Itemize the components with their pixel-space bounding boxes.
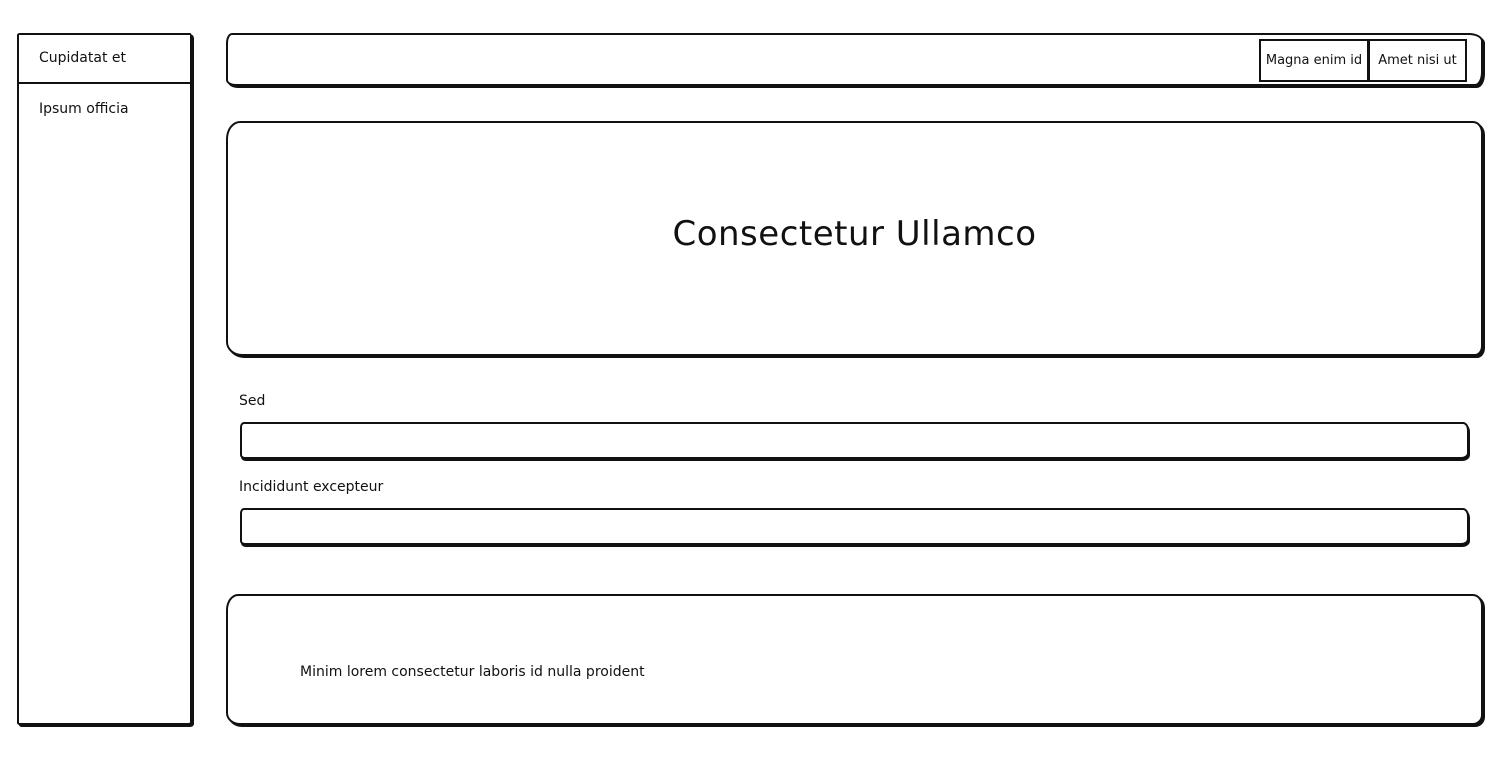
footer-text: Minim lorem consectetur laboris id nulla…: [300, 664, 645, 680]
top-bar: Magna enim id Amet nisi ut: [226, 33, 1483, 86]
page: Cupidatat et Ipsum officia Magna enim id…: [0, 0, 1500, 758]
footer-card: Minim lorem consectetur laboris id nulla…: [226, 594, 1483, 725]
incididunt-excepteur-input[interactable]: [240, 508, 1469, 545]
magna-enim-id-button[interactable]: Magna enim id: [1259, 39, 1369, 82]
sidebar: Cupidatat et Ipsum officia: [17, 33, 192, 725]
sed-label: Sed: [239, 393, 266, 409]
sidebar-header-label[interactable]: Cupidatat et: [39, 50, 126, 66]
hero-title: Consectetur Ullamco: [672, 213, 1037, 254]
incididunt-excepteur-label: Incididunt excepteur: [239, 479, 384, 495]
hero-banner: Consectetur Ullamco: [226, 121, 1483, 356]
sidebar-item-ipsum-officia[interactable]: Ipsum officia: [39, 101, 129, 117]
sed-input[interactable]: [240, 422, 1469, 459]
amet-nisi-ut-button[interactable]: Amet nisi ut: [1368, 39, 1467, 82]
sidebar-header: Cupidatat et: [19, 35, 190, 84]
